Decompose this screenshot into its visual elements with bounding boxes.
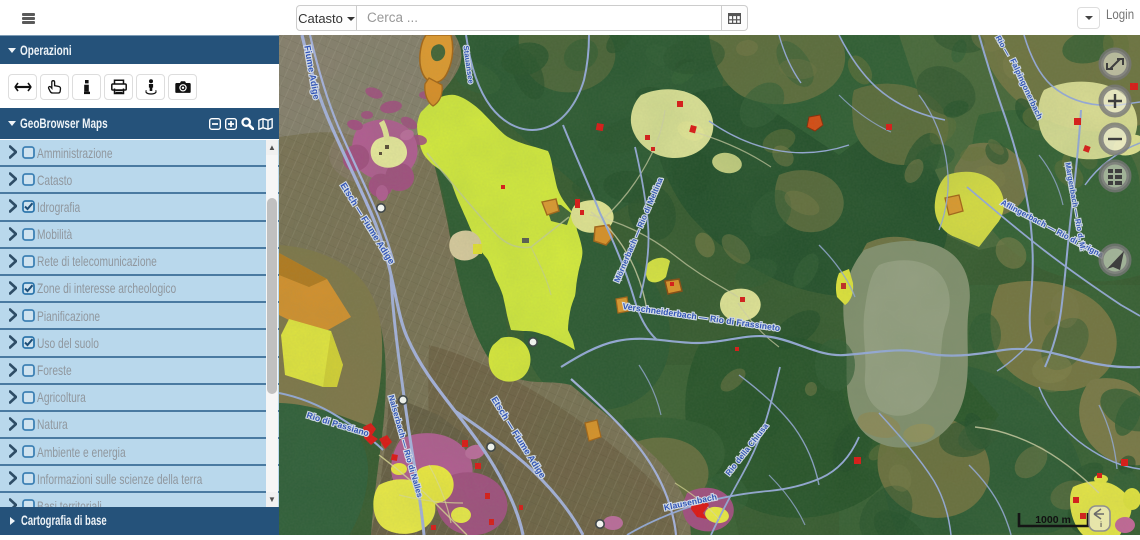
- svg-text:1000 m: 1000 m: [1035, 514, 1071, 526]
- svg-text:i: i: [1100, 520, 1102, 529]
